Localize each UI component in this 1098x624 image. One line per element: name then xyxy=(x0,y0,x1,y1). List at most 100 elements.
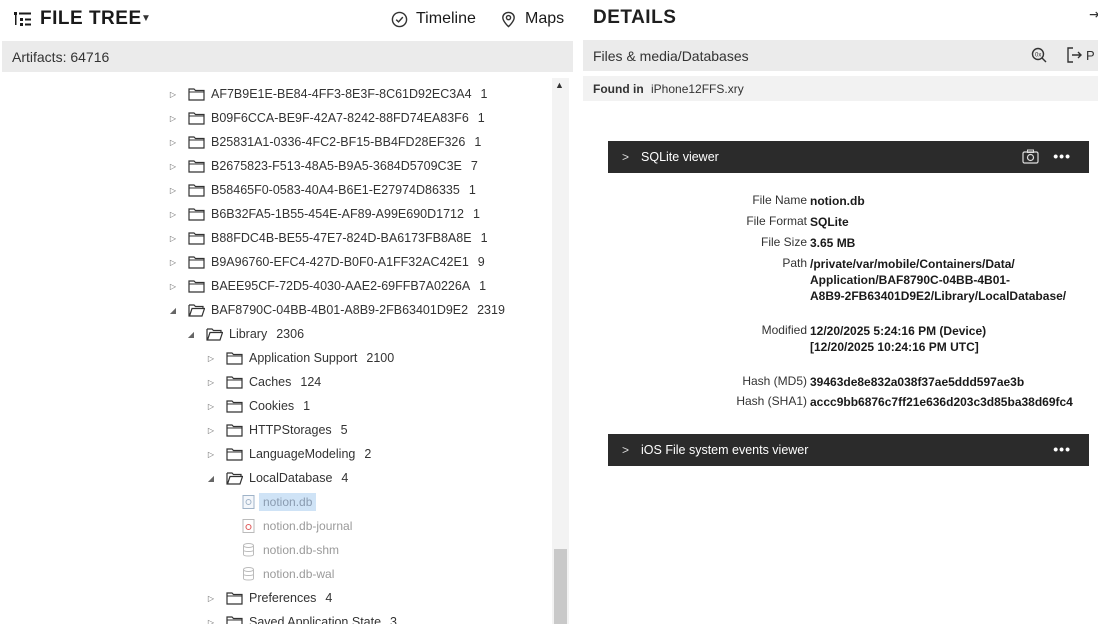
more-options-icon[interactable]: ••• xyxy=(1053,148,1071,164)
folder-icon xyxy=(226,615,243,624)
tree-item-label: notion.db-shm xyxy=(263,543,340,557)
expand-toggle-collapsed-icon[interactable]: ▷ xyxy=(168,234,178,243)
tree-folder-row[interactable]: ▷ BAEE95CF-72D5-4030-AAE2-69FFB7A0226A 1 xyxy=(168,275,486,297)
tree-item-label: B9A96760-EFC4-427D-B0F0-A1FF32AC42E1 xyxy=(211,255,469,269)
details-title: DETAILS xyxy=(593,7,677,28)
scroll-up-arrow-icon[interactable]: ▲ xyxy=(555,80,564,90)
property-value[interactable]: 3.65 MB xyxy=(810,235,855,251)
property-value[interactable]: SQLite xyxy=(810,214,849,230)
tree-folder-row[interactable]: ▷ B58465F0-0583-40A4-B6E1-E27974D86335 1 xyxy=(168,179,476,201)
chevron-right-icon[interactable]: > xyxy=(622,150,629,164)
expand-toggle-collapsed-icon[interactable]: ▷ xyxy=(168,282,178,291)
expand-toggle-expanded-icon[interactable]: ◢ xyxy=(186,330,196,339)
expand-toggle-collapsed-icon[interactable]: ▷ xyxy=(206,378,216,387)
tree-item-label: Preferences xyxy=(249,591,317,605)
hex-view-icon[interactable]: 0x xyxy=(1030,46,1048,64)
tree-scrollbar[interactable]: ▲ xyxy=(552,78,569,624)
tree-folder-row[interactable]: ◢ LocalDatabase 4 xyxy=(206,467,348,489)
tree-folder-row[interactable]: ▷ B9A96760-EFC4-427D-B0F0-A1FF32AC42E1 9 xyxy=(168,251,485,273)
maps-button[interactable]: Maps xyxy=(500,10,564,28)
tree-file-row[interactable]: notion.db-journal xyxy=(240,515,352,537)
property-value[interactable]: accc9bb6876c7ff21e636d203c3d85ba38d69fc4 xyxy=(810,394,1073,410)
property-key: File Size xyxy=(760,235,807,249)
tree-folder-row[interactable]: ▷ HTTPStorages 5 xyxy=(206,419,348,441)
tree-item-count: 1 xyxy=(480,231,488,245)
tree-item-count: 2319 xyxy=(477,303,505,317)
tree-folder-row[interactable]: ▷ B09F6CCA-BE9F-42A7-8242-88FD74EA83F6 1 xyxy=(168,107,485,129)
tree-item-label: B09F6CCA-BE9F-42A7-8242-88FD74EA83F6 xyxy=(211,111,469,125)
tree-item-count: 1 xyxy=(474,135,482,149)
tree-folder-row[interactable]: ▷ B25831A1-0336-4FC2-BF15-BB4FD28EF326 1 xyxy=(168,131,481,153)
chevron-down-icon[interactable]: ▼ xyxy=(141,13,151,24)
database-file-icon xyxy=(240,495,257,509)
folder-icon xyxy=(188,231,205,245)
tree-item-label: B25831A1-0336-4FC2-BF15-BB4FD28EF326 xyxy=(211,135,466,149)
tree-item-count: 4 xyxy=(325,591,333,605)
more-options-icon[interactable]: ••• xyxy=(1053,441,1071,457)
tree-file-row[interactable]: notion.db xyxy=(240,491,317,513)
expand-toggle-collapsed-icon[interactable]: ▷ xyxy=(206,354,216,363)
property-value[interactable]: /private/var/mobile/Containers/Data/ App… xyxy=(810,256,1066,304)
tree-item-label: BAF8790C-04BB-4B01-A8B9-2FB63401D9E2 xyxy=(211,303,469,317)
tree-item-label: B2675823-F513-48A5-B9A5-3684D5709C3E xyxy=(211,159,462,173)
camera-snapshot-icon[interactable] xyxy=(1022,149,1039,164)
tree-folder-row[interactable]: ▷ Saved Application State 3 xyxy=(206,611,397,624)
folder-icon xyxy=(226,399,243,413)
fs-events-viewer-header[interactable]: > iOS File system events viewer ••• xyxy=(608,434,1089,466)
expand-toggle-collapsed-icon[interactable]: ▷ xyxy=(206,618,216,624)
property-value[interactable]: notion.db xyxy=(810,193,865,209)
property-key: File Format xyxy=(746,214,807,228)
property-value[interactable]: 12/20/2025 5:24:16 PM (Device) [12/20/20… xyxy=(810,323,986,355)
folder-icon xyxy=(188,87,205,101)
database-cylinder-icon xyxy=(240,543,257,557)
property-key: Hash (MD5) xyxy=(742,374,807,388)
tree-folder-row[interactable]: ▷ LanguageModeling 2 xyxy=(206,443,371,465)
path-bar-truncated-text: P xyxy=(1086,48,1095,63)
tree-item-count: 1 xyxy=(472,207,480,221)
pin-panel-icon[interactable]: ⇥ xyxy=(1089,6,1098,23)
export-icon[interactable] xyxy=(1065,46,1083,64)
expand-toggle-collapsed-icon[interactable]: ▷ xyxy=(206,594,216,603)
tree-folder-row[interactable]: ▷ B88FDC4B-BE55-47E7-824D-BA6173FB8A8E 1 xyxy=(168,227,488,249)
expand-toggle-collapsed-icon[interactable]: ▷ xyxy=(168,210,178,219)
expand-toggle-expanded-icon[interactable]: ◢ xyxy=(168,306,178,315)
scroll-thumb[interactable] xyxy=(554,549,567,624)
tree-item-label: AF7B9E1E-BE84-4FF3-8E3F-8C61D92EC3A4 xyxy=(211,87,472,101)
tree-item-count: 1 xyxy=(477,111,485,125)
category-path: Files & media/Databases xyxy=(593,48,749,64)
tree-folder-row[interactable]: ▷ Caches 124 xyxy=(206,371,321,393)
expand-toggle-collapsed-icon[interactable]: ▷ xyxy=(168,162,178,171)
expand-toggle-collapsed-icon[interactable]: ▷ xyxy=(168,186,178,195)
tree-folder-row[interactable]: ◢ BAF8790C-04BB-4B01-A8B9-2FB63401D9E2 231… xyxy=(168,299,505,321)
tree-item-label: LanguageModeling xyxy=(249,447,356,461)
expand-toggle-collapsed-icon[interactable]: ▷ xyxy=(206,426,216,435)
expand-toggle-collapsed-icon[interactable]: ▷ xyxy=(168,258,178,267)
expand-toggle-collapsed-icon[interactable]: ▷ xyxy=(206,450,216,459)
file-tree-title[interactable]: FILE TREE xyxy=(40,8,142,30)
folder-icon xyxy=(188,207,205,221)
tree-folder-row[interactable]: ▷ B2675823-F513-48A5-B9A5-3684D5709C3E 7 xyxy=(168,155,478,177)
tree-folder-row[interactable]: ▷ B6B32FA5-1B55-454E-AF89-A99E690D1712 1 xyxy=(168,203,480,225)
file-tree-header: FILE TREE ▼ Timeline Maps xyxy=(0,0,573,40)
maps-label: Maps xyxy=(525,10,565,27)
expand-toggle-expanded-icon[interactable]: ◢ xyxy=(206,474,216,483)
sqlite-viewer-header[interactable]: > SQLite viewer ••• xyxy=(608,141,1089,173)
expand-toggle-collapsed-icon[interactable]: ▷ xyxy=(206,402,216,411)
chevron-right-icon[interactable]: > xyxy=(622,443,629,457)
tree-folder-row[interactable]: ▷ Application Support 2100 xyxy=(206,347,394,369)
timeline-button[interactable]: Timeline xyxy=(391,10,476,28)
tree-item-label: BAEE95CF-72D5-4030-AAE2-69FFB7A0226A xyxy=(211,279,471,293)
expand-toggle-collapsed-icon[interactable]: ▷ xyxy=(168,90,178,99)
tree-folder-row[interactable]: ▷ Cookies 1 xyxy=(206,395,310,417)
tree-folder-row[interactable]: ▷ Preferences 4 xyxy=(206,587,332,609)
tree-folder-row[interactable]: ▷ AF7B9E1E-BE84-4FF3-8E3F-8C61D92EC3A4 1 xyxy=(168,83,488,105)
tree-item-label: Saved Application State xyxy=(249,615,382,624)
tree-file-row[interactable]: notion.db-wal xyxy=(240,563,334,585)
tree-item-count: 3 xyxy=(390,615,397,624)
folder-open-icon xyxy=(188,303,205,317)
expand-toggle-collapsed-icon[interactable]: ▷ xyxy=(168,138,178,147)
expand-toggle-collapsed-icon[interactable]: ▷ xyxy=(168,114,178,123)
tree-folder-row[interactable]: ◢ Library 2306 xyxy=(186,323,304,345)
property-value[interactable]: 39463de8e832a038f37ae5ddd597ae3b xyxy=(810,374,1024,390)
tree-file-row[interactable]: notion.db-shm xyxy=(240,539,339,561)
